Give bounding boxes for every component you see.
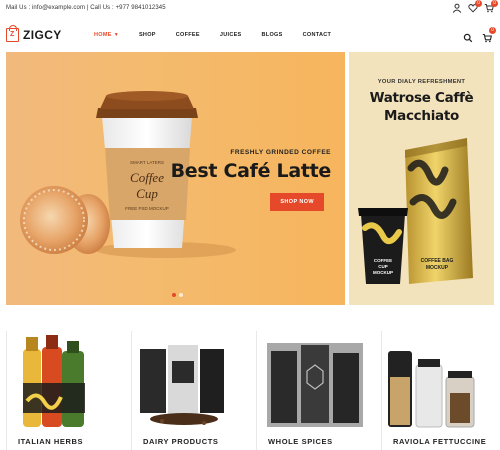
category-label: DAIRY PRODUCTS [143,437,219,446]
nav-item-home[interactable]: HOME ▼ [84,32,129,38]
contact-info: Mail Us : info@example.com | Call Us : +… [6,5,166,11]
sauce-bottles-image [23,335,85,427]
category-section: ITALIAN HERBS DAIRY PRODUCTS WHOLE SPICE… [6,331,500,450]
cup-print-coffee-label: COFFEE [374,258,392,263]
side-banner[interactable]: YOUR DIALY REFRESHMENT Watrose Caffè Mac… [349,52,494,305]
slider-dots [172,293,183,297]
main-navbar: Z ZIGCY HOME ▼ SHOP COFFEE JUICES BLOGS C… [0,18,500,52]
category-card-dairy-products[interactable]: DAIRY PRODUCTS [131,331,249,450]
brand-logo[interactable]: Z ZIGCY [6,25,76,42]
slider-dot-2[interactable] [179,293,183,297]
top-bar: Mail Us : info@example.com | Call Us : +… [0,0,500,16]
main-menu: HOME ▼ SHOP COFFEE JUICES BLOGS CONTACT [84,32,341,38]
category-label: ITALIAN HERBS [18,437,84,446]
hero-subtitle: FRESHLY GRINDED COFFEE [230,149,331,156]
nav-cart-count-badge: 0 [489,27,496,34]
hero-caption: FRESHLY GRINDED COFFEE Best Café Latte S… [171,149,331,211]
search-icon[interactable] [463,30,473,43]
nav-item-coffee[interactable]: COFFEE [166,32,210,38]
user-icon[interactable] [452,3,462,13]
spice-packets-image [267,343,363,427]
shop-now-button[interactable]: SHOP NOW [270,193,324,211]
nav-item-blogs[interactable]: BLOGS [252,32,293,38]
coffee-bags-image [140,345,224,425]
chevron-down-icon: ▼ [113,32,119,38]
nav-item-shop[interactable]: SHOP [129,32,166,38]
cup-print-mockup-label: MOCKUP [373,270,393,275]
category-label: RAVIOLA FETTUCCINE [393,437,487,446]
wishlist-icon[interactable]: 0 [468,0,482,13]
page: Mail Us : info@example.com | Call Us : +… [0,0,500,450]
cup-print-cup-label: CUP [378,264,388,269]
top-cart-count-badge: 0 [491,0,498,7]
cup-print-cup: Cup [136,186,158,201]
category-card-raviola-fettuccine[interactable]: RAVIOLA FETTUCCINE [381,331,499,450]
top-bar-icons: 0 0 [452,0,498,13]
wishlist-count-badge: 0 [475,0,482,7]
bag-print-mockup: MOCKUP [426,265,449,271]
shopping-bag-logo-icon: Z [6,25,19,42]
jars-image [388,351,475,428]
category-label: WHOLE SPICES [268,437,333,446]
bag-print-coffee-bag: COFFEE BAG [421,258,454,264]
cup-print-brand: SMART LATERS [130,160,164,165]
hero-slider[interactable]: SMART LATERS Coffee Cup FREE PSD MOCKUP … [6,52,345,305]
nav-item-contact[interactable]: CONTACT [293,32,342,38]
cup-print-coffee: Coffee [130,170,164,185]
slider-dot-1[interactable] [172,293,176,297]
top-cart-icon[interactable]: 0 [484,0,498,13]
category-card-whole-spices[interactable]: WHOLE SPICES [256,331,374,450]
nav-item-juices[interactable]: JUICES [210,32,252,38]
cup-print-mockup: FREE PSD MOCKUP [125,206,169,211]
category-card-italian-herbs[interactable]: ITALIAN HERBS [6,331,124,450]
nav-cart-icon[interactable]: 0 [482,27,496,43]
nav-item-home-label: HOME [94,32,112,38]
hero-title: Best Café Latte [170,160,332,182]
brand-name: ZIGCY [23,28,62,42]
nav-icons: 0 [463,27,496,43]
side-banner-image: COFFEE BAG MOCKUP COFFEE CUP MOCKUP [358,138,473,284]
